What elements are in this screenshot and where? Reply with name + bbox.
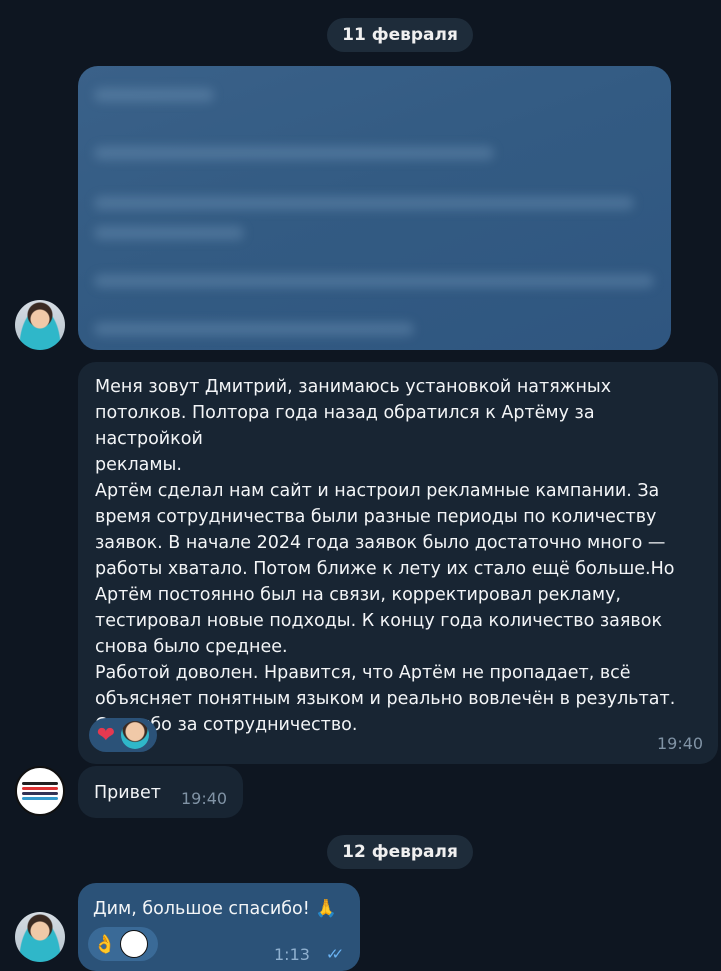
reactor-avatar: [120, 930, 148, 958]
message-text: Дим, большое спасибо! 🙏: [93, 899, 338, 919]
date-label: 11 февраля: [342, 25, 458, 45]
date-label: 12 февраля: [342, 842, 458, 862]
reaction-chip[interactable]: 👌: [88, 927, 158, 961]
message-bubble[interactable]: Привет 19:40: [78, 766, 243, 818]
message-time: 19:40: [181, 789, 228, 808]
user-avatar[interactable]: [15, 912, 65, 962]
reaction-chip[interactable]: ❤: [89, 718, 157, 752]
message-bubble[interactable]: Меня зовут Дмитрий, занимаюсь установкой…: [78, 362, 718, 764]
blurred-message[interactable]: [78, 66, 671, 350]
heart-icon: ❤: [96, 722, 116, 748]
message-time: 1:13: [274, 945, 310, 964]
message-text: Привет: [94, 783, 161, 803]
message-bubble[interactable]: Дим, большое спасибо! 🙏 👌 1:13 ✓✓: [78, 883, 360, 971]
contact-avatar[interactable]: [15, 766, 65, 816]
date-separator: 11 февраля: [327, 18, 473, 52]
message-time: 19:40: [657, 734, 704, 753]
ok-hand-icon: 👌: [93, 933, 117, 955]
double-check-icon: ✓✓: [326, 945, 344, 963]
user-avatar[interactable]: [15, 300, 65, 350]
date-separator: 12 февраля: [327, 835, 473, 869]
message-text: Меня зовут Дмитрий, занимаюсь установкой…: [95, 377, 676, 735]
reactor-avatar: [121, 721, 149, 749]
